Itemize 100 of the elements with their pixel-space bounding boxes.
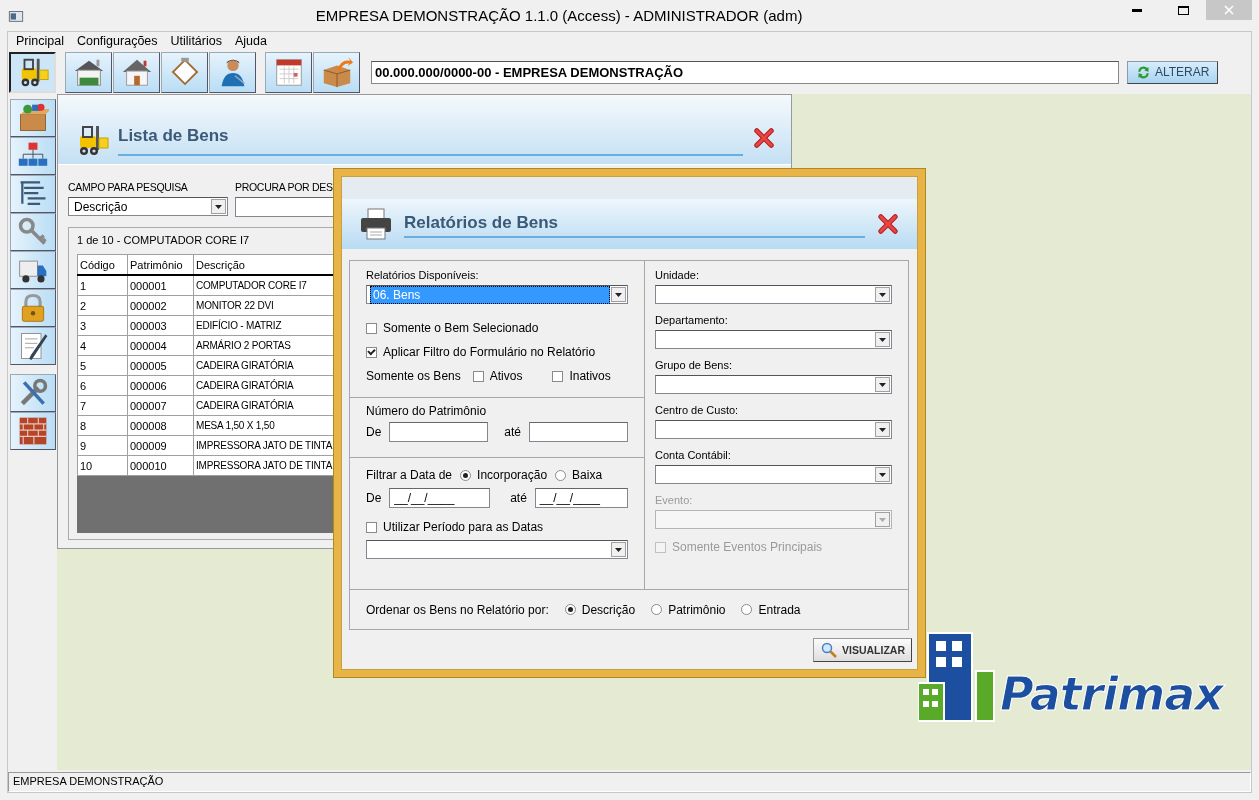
radio-label: Patrimônio [668, 602, 726, 617]
sidebar-button[interactable] [10, 327, 56, 365]
toolbar-button[interactable] [65, 51, 112, 93]
toolbar-button[interactable] [265, 51, 312, 93]
toolbar-button[interactable] [113, 51, 160, 93]
toolbar-button[interactable] [161, 51, 208, 93]
sidebar-button[interactable] [10, 137, 56, 175]
sidebar-button[interactable] [10, 412, 56, 450]
radio-button[interactable] [651, 604, 663, 615]
wall-icon [17, 415, 49, 447]
window-title: Lista de Bens [118, 126, 743, 156]
table-cell: 000010 [127, 455, 194, 476]
company-field[interactable]: 00.000.000/0000-00 - EMPRESA DEMONSTRAÇÃO [371, 60, 1119, 84]
dropdown-arrow-icon [615, 547, 622, 552]
radio-button[interactable] [460, 469, 472, 481]
field-label: até [510, 491, 527, 505]
toolbar-button[interactable] [209, 51, 256, 93]
close-icon [1224, 5, 1234, 15]
checkbox[interactable] [472, 370, 484, 382]
table-cell: 000001 [127, 275, 194, 296]
filter-dropdown[interactable] [655, 285, 892, 304]
field-label: Departamento: [655, 314, 729, 326]
toolbar-button[interactable] [313, 51, 360, 93]
dropdown-arrow-icon [879, 472, 886, 477]
field-label: Unidade: [655, 269, 701, 281]
menu-item[interactable]: Ajuda [234, 34, 267, 48]
table-cell: 000006 [127, 375, 194, 396]
menu-item[interactable]: Principal [16, 34, 64, 48]
status-text: EMPRESA DEMONSTRAÇÃO [13, 775, 164, 787]
checkbox[interactable] [366, 346, 377, 358]
checkbox-label: Aplicar Filtro do Formulário no Relatório [383, 345, 596, 359]
window-title: EMPRESA DEMONSTRAÇÃO 1.1.0 (Access) - ADMINISTRADOR (adm) [314, 7, 804, 24]
checkbox-label: Somente o Bem Selecionado [383, 321, 539, 335]
table-cell: 000003 [127, 315, 194, 336]
table-cell: 5 [77, 355, 128, 376]
radio-label: Baixa [572, 468, 603, 482]
filter-dropdown[interactable] [655, 465, 892, 484]
checkbox[interactable] [552, 370, 564, 382]
sidebar-button[interactable] [10, 251, 56, 289]
dropdown-arrow-icon [879, 427, 886, 432]
refresh-icon [1136, 64, 1151, 80]
menu-item[interactable]: Configurações [76, 34, 158, 48]
sidebar-button[interactable] [10, 289, 56, 327]
printer-icon [358, 206, 394, 242]
column-header[interactable]: Patrimônio [127, 254, 194, 275]
close-icon [751, 125, 777, 151]
close-button[interactable] [875, 211, 901, 237]
key-icon [17, 216, 49, 248]
filter-label: Filtrar a Data de [366, 468, 453, 482]
checkbox-label: Utilizar Período para as Datas [383, 520, 544, 534]
sidebar-button[interactable] [10, 99, 56, 137]
close-icon [875, 211, 901, 237]
menu-item[interactable]: Utilitários [170, 34, 222, 48]
section-label: Número do Patrimônio [366, 404, 488, 418]
search-icon [820, 641, 838, 659]
radio-label: Descrição [581, 602, 636, 617]
text-field[interactable] [529, 422, 628, 442]
table-cell: 3 [77, 315, 128, 336]
checkbox-label: Ativos [489, 369, 523, 383]
table-cell: 7 [77, 395, 128, 416]
buildings-icon [918, 631, 998, 723]
dialog-title: Relatórios de Bens [404, 210, 865, 238]
sidebar-button[interactable] [10, 374, 56, 412]
checkbox-label: Inativos [569, 369, 611, 383]
field-label: De [366, 491, 382, 505]
sidebar-button[interactable] [10, 213, 56, 251]
record-caption: 1 de 10 - COMPUTADOR CORE I7 [77, 234, 251, 246]
text-field[interactable] [389, 422, 489, 442]
sidebar-button[interactable] [10, 175, 56, 213]
field-label: De [366, 425, 382, 439]
dropdown-arrow-icon [879, 337, 886, 342]
radio-button[interactable] [741, 604, 753, 615]
date-field[interactable]: __/__/____ [534, 488, 628, 508]
table-cell: 4 [77, 335, 128, 356]
dropdown-arrow-icon [879, 517, 886, 522]
filter-dropdown[interactable] [655, 375, 892, 394]
table-cell: 2 [77, 295, 128, 316]
dropdown-arrow-icon [615, 292, 622, 297]
field-label: Grupo de Bens: [655, 359, 734, 371]
table-cell: 8 [77, 415, 128, 436]
table-cell: 000002 [127, 295, 194, 316]
toolbar-button[interactable] [9, 51, 56, 93]
logo-text: Patrimax [1000, 667, 1223, 721]
radio-button[interactable] [555, 469, 567, 481]
table-cell: 000009 [127, 435, 194, 456]
dropdown-arrow-icon [215, 204, 222, 209]
alter-button[interactable]: ALTERAR [1127, 60, 1219, 84]
checkbox[interactable] [366, 322, 377, 334]
period-dropdown[interactable] [366, 540, 628, 559]
view-button[interactable]: VISUALIZAR [813, 638, 912, 662]
filter-dropdown[interactable] [655, 420, 892, 439]
checkbox[interactable] [366, 521, 377, 533]
radio-label: Entrada [758, 602, 801, 617]
table-cell: 000004 [127, 335, 194, 356]
radio-button[interactable] [564, 604, 576, 615]
date-field[interactable]: __/__/____ [389, 488, 491, 508]
filter-dropdown[interactable] [655, 330, 892, 349]
dropdown-arrow-icon [879, 382, 886, 387]
column-header[interactable]: Código [77, 254, 128, 275]
search-field-dropdown[interactable]: Descrição [68, 197, 228, 216]
